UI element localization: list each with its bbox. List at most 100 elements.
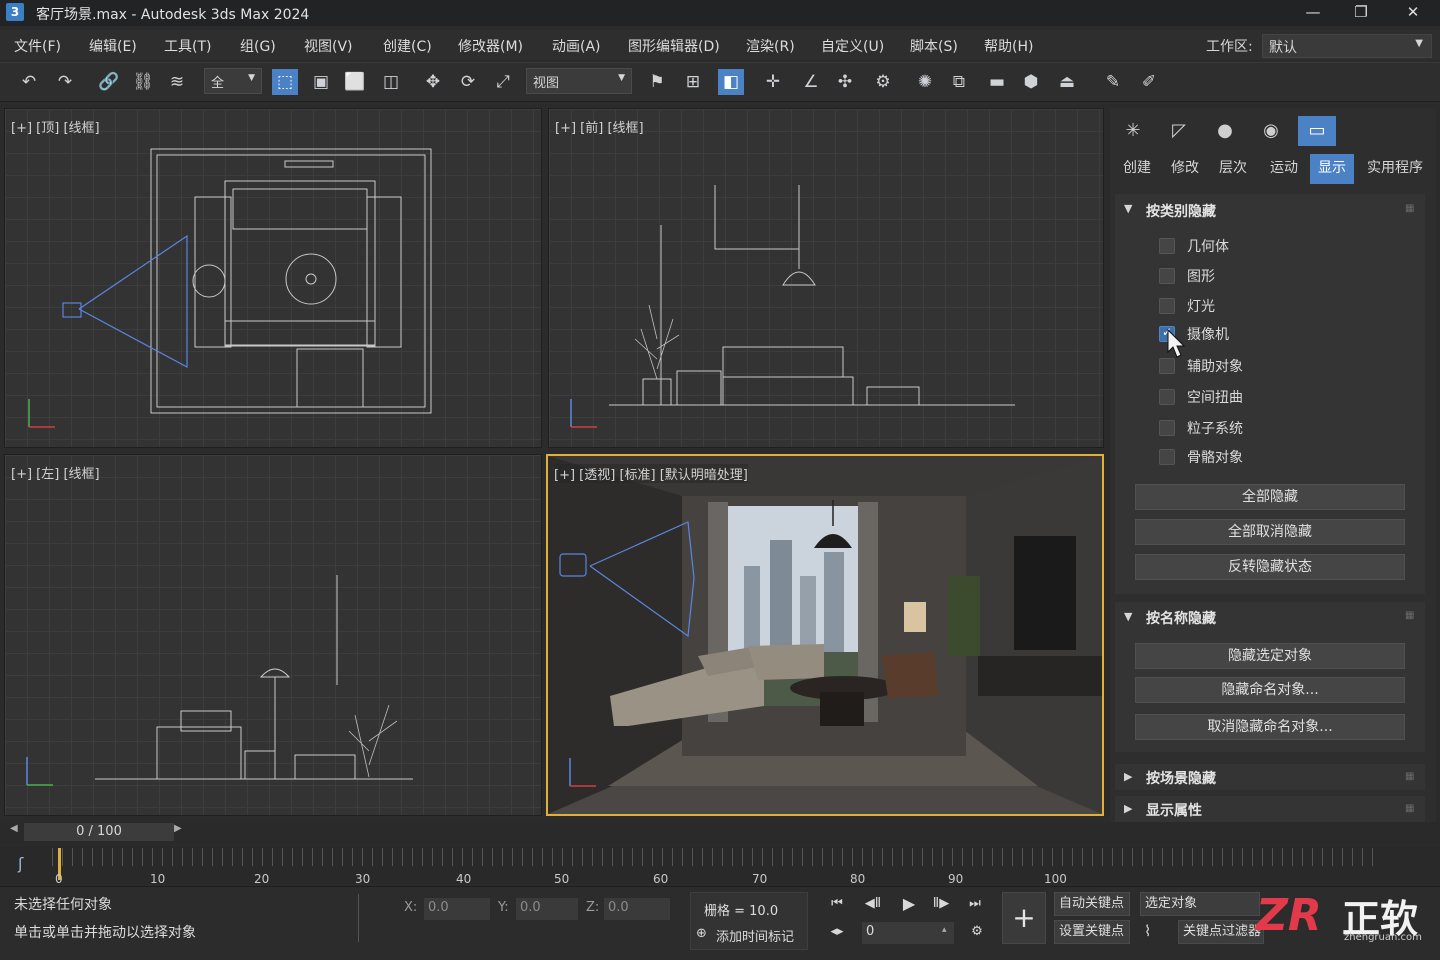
mirror-icon[interactable]: ✺ [912, 69, 938, 95]
select-by-name-icon[interactable]: ▣ [308, 69, 334, 95]
tab-create[interactable]: 创建 [1114, 154, 1160, 184]
grip-icon[interactable]: ▦ [1405, 771, 1414, 782]
goto-end-icon[interactable]: ⏭ [962, 894, 988, 914]
key-selection-dropdown[interactable]: 选定对象 [1140, 892, 1260, 916]
hide-selected-button[interactable]: 隐藏选定对象 [1135, 643, 1405, 669]
grip-icon[interactable]: ▦ [1405, 203, 1414, 214]
set-key-big-button[interactable]: + [1002, 892, 1046, 944]
checkbox-particle-systems[interactable] [1159, 420, 1175, 436]
layer-icon[interactable]: ▬ [984, 69, 1010, 95]
menu-help[interactable]: 帮助(H) [984, 36, 1033, 56]
collapse-triangle-icon[interactable]: ▼ [1124, 202, 1132, 215]
tab-motion[interactable]: 运动 [1260, 154, 1308, 184]
redo-icon[interactable]: ↷ [52, 69, 78, 95]
z-coordinate-field[interactable]: 0.0 [604, 898, 670, 920]
expand-triangle-icon[interactable]: ▶ [1124, 770, 1132, 783]
add-time-tag[interactable]: 添加时间标记 [716, 926, 794, 945]
app-icon[interactable]: 3 [6, 3, 24, 21]
unhide-named-button[interactable]: 取消隐藏命名对象... [1135, 714, 1405, 740]
rotate-icon[interactable]: ⟳ [455, 69, 481, 95]
window-crossing-icon[interactable]: ◫ [378, 69, 404, 95]
select-manipulate-icon[interactable]: ◧ [718, 69, 744, 95]
menu-views[interactable]: 视图(V) [304, 36, 353, 56]
tab-utilities[interactable]: 实用程序 [1358, 154, 1432, 184]
next-key-icon[interactable]: Ⅱ▶ [928, 894, 954, 914]
checkbox-shapes[interactable] [1159, 268, 1175, 284]
y-coordinate-field[interactable]: 0.0 [516, 898, 578, 920]
rollout-title-display-properties[interactable]: 显示属性 [1146, 800, 1202, 820]
minimize-button[interactable]: — [1290, 0, 1336, 26]
display-panel-icon[interactable]: ▭ [1298, 116, 1336, 146]
grip-icon[interactable]: ▦ [1405, 610, 1414, 621]
rollout-title-hide-by-name[interactable]: 按名称隐藏 [1146, 608, 1216, 628]
menu-graph-editors[interactable]: 图形编辑器(D) [628, 36, 720, 56]
hide-all-button[interactable]: 全部隐藏 [1135, 484, 1405, 510]
snap-icon[interactable]: ✛ [760, 69, 786, 95]
render-frame-icon[interactable]: ✐ [1136, 69, 1162, 95]
expand-triangle-icon[interactable]: ▶ [1124, 802, 1132, 815]
checkbox-lights[interactable] [1159, 298, 1175, 314]
menu-animation[interactable]: 动画(A) [552, 36, 601, 56]
key-filter-icon[interactable]: ⌇ [1144, 922, 1151, 940]
menu-rendering[interactable]: 渲染(R) [746, 36, 795, 56]
key-filters-button[interactable]: 关键点过滤器 [1178, 920, 1264, 944]
time-config-icon[interactable]: ⚙ [964, 922, 990, 942]
reference-coord-dropdown[interactable]: 视图 ▼ [526, 68, 632, 94]
next-frame-arrow-icon[interactable]: ▶ [174, 823, 182, 834]
tab-modify[interactable]: 修改 [1162, 154, 1208, 184]
time-slider[interactable]: 0 / 100 [24, 823, 174, 841]
checkbox-space-warps[interactable] [1159, 389, 1175, 405]
x-coordinate-field[interactable]: 0.0 [424, 898, 490, 920]
auto-key-button[interactable]: 自动关键点 [1054, 892, 1130, 916]
select-object-icon[interactable]: ⬚ [272, 69, 298, 95]
grip-icon[interactable]: ▦ [1405, 803, 1414, 814]
tab-hierarchy[interactable]: 层次 [1210, 154, 1256, 184]
spinner-icon[interactable]: ▴ [942, 925, 947, 935]
close-button[interactable]: ✕ [1390, 0, 1436, 26]
key-mode-icon[interactable]: ◂▸ [824, 922, 850, 942]
angle-snap-icon[interactable]: ∠ [798, 69, 824, 95]
create-panel-icon[interactable]: ✳ [1114, 116, 1152, 146]
viewport-front[interactable]: [+] [前] [线框] [548, 108, 1104, 448]
collapse-triangle-icon[interactable]: ▼ [1124, 610, 1132, 623]
scale-icon[interactable]: ⤢ [490, 69, 516, 95]
viewport-perspective[interactable]: [+] [透视] [标准] [默认明暗处理] [546, 454, 1104, 816]
motion-panel-icon[interactable]: ◉ [1252, 116, 1290, 146]
menu-create[interactable]: 创建(C) [383, 36, 432, 56]
viewport-left[interactable]: [+] [左] [线框] [4, 454, 542, 816]
viewport-top[interactable]: [+] [顶] [线框] [4, 108, 542, 448]
goto-start-icon[interactable]: ⏮ [824, 894, 850, 914]
pivot-icon[interactable]: ⚑ [644, 69, 670, 95]
modify-panel-icon[interactable]: ◸ [1160, 116, 1198, 146]
material-editor-icon[interactable]: ⬢ [1018, 69, 1044, 95]
rect-selection-icon[interactable]: ⬜ [342, 69, 368, 95]
hide-named-button[interactable]: 隐藏命名对象... [1135, 677, 1405, 703]
percent-snap-icon[interactable]: ✣ [832, 69, 858, 95]
curve-editor-icon[interactable]: ʃ [18, 854, 23, 873]
rollout-title-hide-by-category[interactable]: 按类别隐藏 [1146, 201, 1216, 221]
viewport-perspective-label[interactable]: [+] [透视] [标准] [默认明暗处理] [554, 464, 748, 483]
render-setup-icon[interactable]: ⏏ [1054, 69, 1080, 95]
play-icon[interactable]: ▶ [896, 894, 922, 914]
invert-hide-button[interactable]: 反转隐藏状态 [1135, 554, 1405, 580]
menu-tools[interactable]: 工具(T) [164, 36, 211, 56]
align-icon[interactable]: ⧉ [946, 69, 972, 95]
menu-edit[interactable]: 编辑(E) [89, 36, 137, 56]
link-icon[interactable]: 🔗 [96, 69, 122, 95]
time-tag-icon[interactable]: ⊕ [696, 926, 707, 941]
prev-key-icon[interactable]: ◀Ⅱ [860, 894, 886, 914]
menu-file[interactable]: 文件(F) [14, 36, 61, 56]
menu-scripting[interactable]: 脚本(S) [910, 36, 958, 56]
bind-spacewarp-icon[interactable]: ≋ [164, 69, 190, 95]
restore-button[interactable]: ❐ [1338, 0, 1384, 26]
checkbox-bone-objects[interactable] [1159, 449, 1175, 465]
selection-filter-dropdown[interactable]: 全 ▼ [204, 68, 262, 94]
unhide-all-button[interactable]: 全部取消隐藏 [1135, 519, 1405, 545]
render-icon[interactable]: ✎ [1100, 69, 1126, 95]
move-icon[interactable]: ✥ [420, 69, 446, 95]
prev-frame-arrow-icon[interactable]: ◀ [10, 823, 18, 834]
undo-icon[interactable]: ↶ [16, 69, 42, 95]
hierarchy-panel-icon[interactable]: ● [1206, 116, 1244, 146]
current-frame-field[interactable]: 0 [862, 922, 954, 944]
menu-group[interactable]: 组(G) [240, 36, 276, 56]
